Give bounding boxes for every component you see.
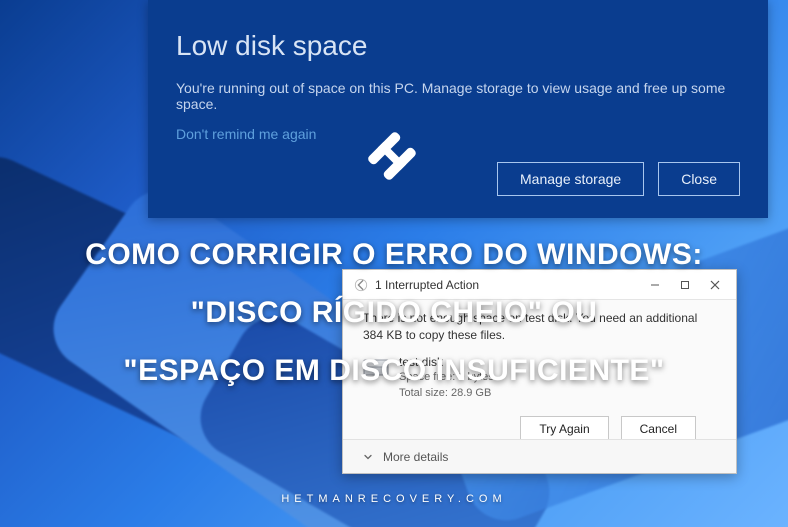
watermark: HETMANRECOVERY.COM xyxy=(0,493,788,505)
headline-line-2: "DISCO RÍGIDO CHEIO" OU xyxy=(0,284,788,342)
notification-title: Low disk space xyxy=(176,30,740,62)
hetman-logo-icon xyxy=(362,126,422,186)
headline-line-3: "ESPAÇO EM DISCO INSUFICIENTE" xyxy=(0,342,788,400)
headline-overlay: COMO CORRIGIR O ERRO DO WINDOWS: "DISCO … xyxy=(0,226,788,400)
headline-line-1: COMO CORRIGIR O ERRO DO WINDOWS: xyxy=(0,226,788,284)
chevron-down-icon xyxy=(361,450,375,464)
dont-remind-link[interactable]: Don't remind me again xyxy=(176,126,316,142)
dialog-footer[interactable]: More details xyxy=(343,439,736,473)
more-details-label: More details xyxy=(383,450,448,464)
close-button[interactable]: Close xyxy=(658,162,740,196)
notification-body: You're running out of space on this PC. … xyxy=(176,80,740,112)
manage-storage-button[interactable]: Manage storage xyxy=(497,162,644,196)
notification-button-row: Manage storage Close xyxy=(497,162,740,196)
low-disk-space-notification: Low disk space You're running out of spa… xyxy=(148,0,768,218)
dialog-button-row: Try Again Cancel xyxy=(363,412,716,442)
cancel-button[interactable]: Cancel xyxy=(621,416,696,442)
try-again-button[interactable]: Try Again xyxy=(520,416,608,442)
